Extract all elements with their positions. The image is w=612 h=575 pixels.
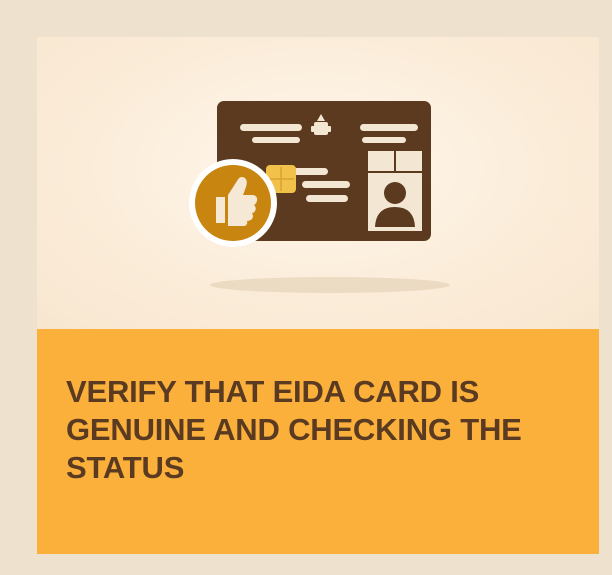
verify-eida-card-tile[interactable]: VERIFY THAT EIDA CARD IS GENUINE AND CHE… (37, 37, 599, 554)
tile-illustration-area (37, 37, 599, 329)
tile-label-area: VERIFY THAT EIDA CARD IS GENUINE AND CHE… (37, 329, 599, 554)
tile-title: VERIFY THAT EIDA CARD IS GENUINE AND CHE… (66, 374, 522, 485)
thumbs-up-icon (189, 159, 277, 247)
id-card-verify-icon (189, 101, 450, 293)
